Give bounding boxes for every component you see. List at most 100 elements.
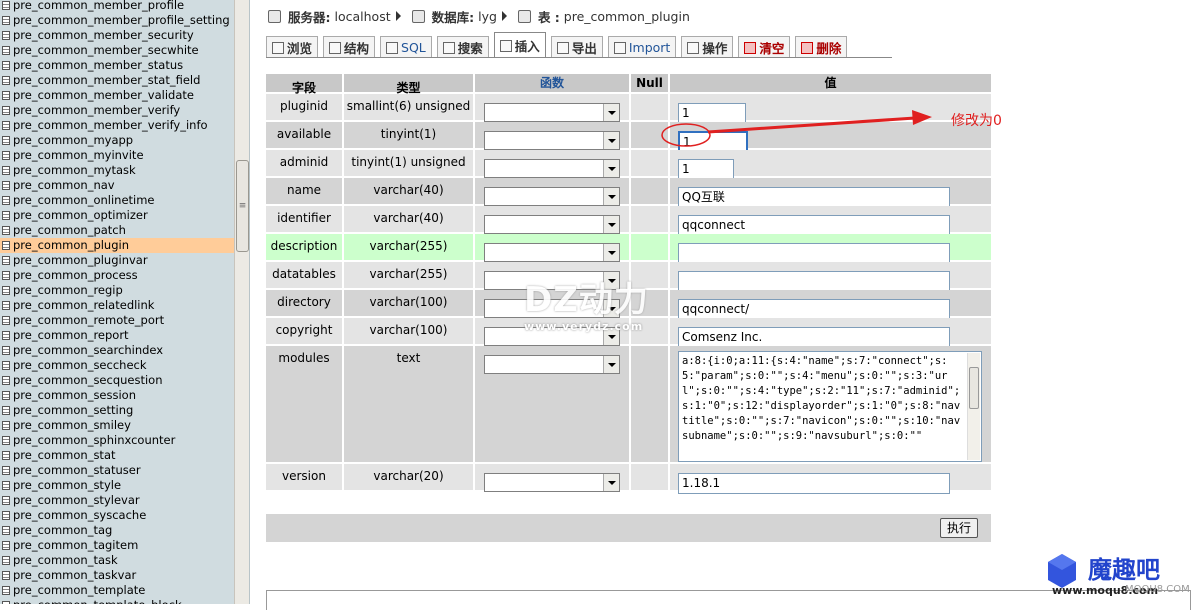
table-icon[interactable]: [2, 511, 10, 520]
chevron-down-icon[interactable]: [603, 160, 619, 177]
table-icon[interactable]: [2, 376, 10, 385]
table-icon[interactable]: [2, 421, 10, 430]
value-input[interactable]: QQ互联: [678, 187, 950, 208]
sidebar-table-item[interactable]: pre_common_template_block: [0, 598, 234, 604]
table-name[interactable]: pre_common_session: [13, 388, 136, 403]
sidebar-table-item[interactable]: pre_common_member_status: [0, 58, 234, 73]
table-icon[interactable]: [2, 121, 10, 130]
value-input[interactable]: Comsenz Inc.: [678, 327, 950, 348]
table-name[interactable]: pre_common_seccheck: [13, 358, 147, 373]
table-icon[interactable]: [2, 226, 10, 235]
table-icon[interactable]: [2, 256, 10, 265]
sidebar-table-item[interactable]: pre_common_remote_port: [0, 313, 234, 328]
table-name[interactable]: pre_common_nav: [13, 178, 115, 193]
table-icon[interactable]: [2, 31, 10, 40]
table-name[interactable]: pre_common_report: [13, 328, 129, 343]
sidebar-table-item[interactable]: pre_common_mytask: [0, 163, 234, 178]
chevron-down-icon[interactable]: [603, 474, 619, 491]
function-select[interactable]: [484, 215, 620, 234]
table-icon[interactable]: [2, 301, 10, 310]
sidebar-table-item[interactable]: pre_common_myapp: [0, 133, 234, 148]
sidebar-table-item[interactable]: pre_common_member_profile: [0, 0, 234, 13]
tab-empty[interactable]: 清空: [738, 36, 791, 58]
table-name[interactable]: pre_common_member_validate: [13, 88, 194, 103]
tab-insert[interactable]: 插入: [493, 32, 546, 58]
table-icon[interactable]: [2, 151, 10, 160]
table-icon[interactable]: [2, 76, 10, 85]
sidebar-table-item[interactable]: pre_common_tag: [0, 523, 234, 538]
table-icon[interactable]: [2, 46, 10, 55]
sidebar-table-item[interactable]: pre_common_optimizer: [0, 208, 234, 223]
header-function[interactable]: 函数: [475, 74, 631, 92]
sidebar-table-item[interactable]: pre_common_seccheck: [0, 358, 234, 373]
chevron-down-icon[interactable]: [603, 244, 619, 261]
table-icon[interactable]: [2, 331, 10, 340]
sidebar-table-item[interactable]: pre_common_setting: [0, 403, 234, 418]
function-select[interactable]: [484, 187, 620, 206]
tab-sql[interactable]: SQL: [380, 36, 432, 58]
value-input[interactable]: 1.18.1: [678, 473, 950, 494]
table-icon[interactable]: [2, 166, 10, 175]
table-icon[interactable]: [2, 91, 10, 100]
scrollbar-thumb[interactable]: ≡: [236, 160, 249, 252]
table-name[interactable]: pre_common_pluginvar: [13, 253, 148, 268]
table-name[interactable]: pre_common_member_verify_info: [13, 118, 208, 133]
table-icon[interactable]: [2, 106, 10, 115]
table-icon[interactable]: [2, 481, 10, 490]
sidebar-table-item[interactable]: pre_common_pluginvar: [0, 253, 234, 268]
table-name[interactable]: pre_common_regip: [13, 283, 123, 298]
table-name[interactable]: pre_common_statuser: [13, 463, 141, 478]
table-name[interactable]: pre_common_task: [13, 553, 118, 568]
sidebar-table-item[interactable]: pre_common_searchindex: [0, 343, 234, 358]
table-name[interactable]: pre_common_myinvite: [13, 148, 144, 163]
function-select[interactable]: [484, 473, 620, 492]
sidebar-table-item[interactable]: pre_common_process: [0, 268, 234, 283]
sidebar-table-item[interactable]: pre_common_style: [0, 478, 234, 493]
table-icon[interactable]: [2, 136, 10, 145]
tab-export[interactable]: 导出: [550, 36, 603, 58]
table-icon[interactable]: [2, 541, 10, 550]
table-icon[interactable]: [2, 496, 10, 505]
value-input[interactable]: qqconnect: [678, 215, 950, 236]
sidebar-table-item[interactable]: pre_common_session: [0, 388, 234, 403]
chevron-down-icon[interactable]: [603, 104, 619, 121]
sidebar-table-item[interactable]: pre_common_nav: [0, 178, 234, 193]
sidebar-table-item[interactable]: pre_common_member_profile_setting: [0, 13, 234, 28]
sidebar-table-item[interactable]: pre_common_stylevar: [0, 493, 234, 508]
tab-import[interactable]: Import: [607, 36, 677, 58]
value-input[interactable]: 1: [678, 103, 746, 124]
textarea-scrollbar[interactable]: [967, 353, 980, 460]
sidebar-table-item[interactable]: pre_common_report: [0, 328, 234, 343]
value-input[interactable]: 1: [678, 159, 734, 180]
sidebar-table-item[interactable]: pre_common_task: [0, 553, 234, 568]
tab-structure[interactable]: 结构: [323, 36, 376, 58]
value-input[interactable]: [678, 243, 950, 264]
table-name[interactable]: pre_common_member_profile: [13, 0, 184, 13]
table-icon[interactable]: [2, 436, 10, 445]
sidebar-table-item[interactable]: pre_common_relatedlink: [0, 298, 234, 313]
table-icon[interactable]: [2, 1, 10, 10]
table-name[interactable]: pre_common_member_security: [13, 28, 194, 43]
chevron-down-icon[interactable]: [603, 188, 619, 205]
table-icon[interactable]: [2, 211, 10, 220]
table-name[interactable]: pre_common_stat: [13, 448, 116, 463]
table-name[interactable]: pre_common_member_secwhite: [13, 43, 199, 58]
table-name[interactable]: pre_common_tag: [13, 523, 112, 538]
sidebar-table-item[interactable]: pre_common_member_validate: [0, 88, 234, 103]
table-icon[interactable]: [2, 61, 10, 70]
sidebar-table-item[interactable]: pre_common_member_verify: [0, 103, 234, 118]
tab-operations[interactable]: 操作: [681, 36, 734, 58]
sidebar-table-item[interactable]: pre_common_sphinxcounter: [0, 433, 234, 448]
table-name[interactable]: pre_common_remote_port: [13, 313, 164, 328]
value-textarea[interactable]: a:8:{i:0;a:11:{s:4:"name";s:7:"connect";…: [678, 351, 982, 462]
sidebar-table-item[interactable]: pre_common_stat: [0, 448, 234, 463]
table-icon[interactable]: [2, 451, 10, 460]
table-icon[interactable]: [2, 196, 10, 205]
sidebar-table-item[interactable]: pre_common_tagitem: [0, 538, 234, 553]
table-name[interactable]: pre_common_sphinxcounter: [13, 433, 175, 448]
table-name[interactable]: pre_common_searchindex: [13, 343, 163, 358]
table-name[interactable]: pre_common_syscache: [13, 508, 146, 523]
table-name[interactable]: pre_common_member_verify: [13, 103, 180, 118]
chevron-down-icon[interactable]: [603, 132, 619, 149]
table-name[interactable]: pre_common_taskvar: [13, 568, 136, 583]
